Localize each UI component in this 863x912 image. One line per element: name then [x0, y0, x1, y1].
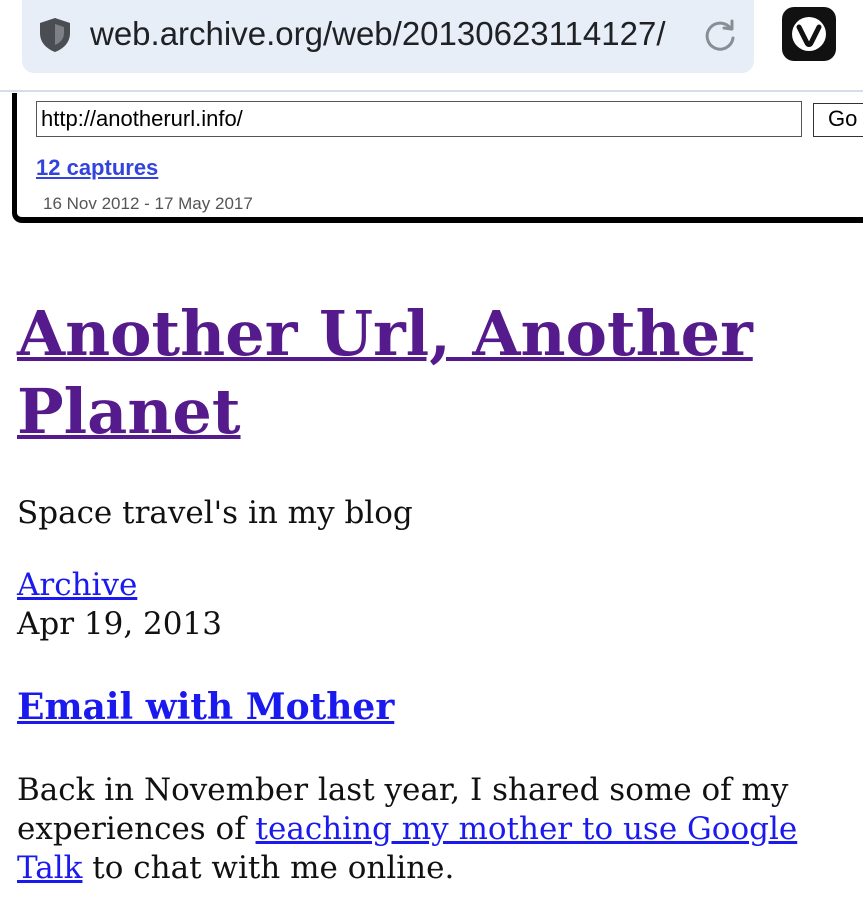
post-body: Back in November last year, I shared som…: [17, 771, 847, 888]
shield-icon[interactable]: [38, 17, 72, 53]
address-text[interactable]: web.archive.org/web/20130623114127/: [90, 13, 690, 55]
archive-link[interactable]: Archive: [17, 567, 137, 603]
vivaldi-icon[interactable]: [782, 7, 836, 61]
reload-icon[interactable]: [700, 16, 740, 56]
post-title-link[interactable]: Email with Mother: [17, 686, 394, 728]
site-title-link[interactable]: Another Url, Another Planet: [17, 295, 797, 451]
capture-date-range: 16 Nov 2012 - 17 May 2017: [43, 194, 253, 213]
site-tagline: Space travel's in my blog: [17, 495, 413, 531]
post-body-text-end: to chat with me online.: [82, 850, 455, 886]
browser-toolbar: web.archive.org/web/20130623114127/: [0, 0, 863, 92]
go-button[interactable]: Go: [813, 103, 863, 137]
captures-link[interactable]: 12 captures: [36, 155, 158, 181]
wayback-url-input[interactable]: http://anotherurl.info/: [36, 101, 802, 137]
post-date: Apr 19, 2013: [17, 606, 222, 642]
wayback-toolbar: http://anotherurl.info/ Go 12 captures 1…: [12, 93, 863, 223]
toolbar-divider: [0, 90, 863, 92]
